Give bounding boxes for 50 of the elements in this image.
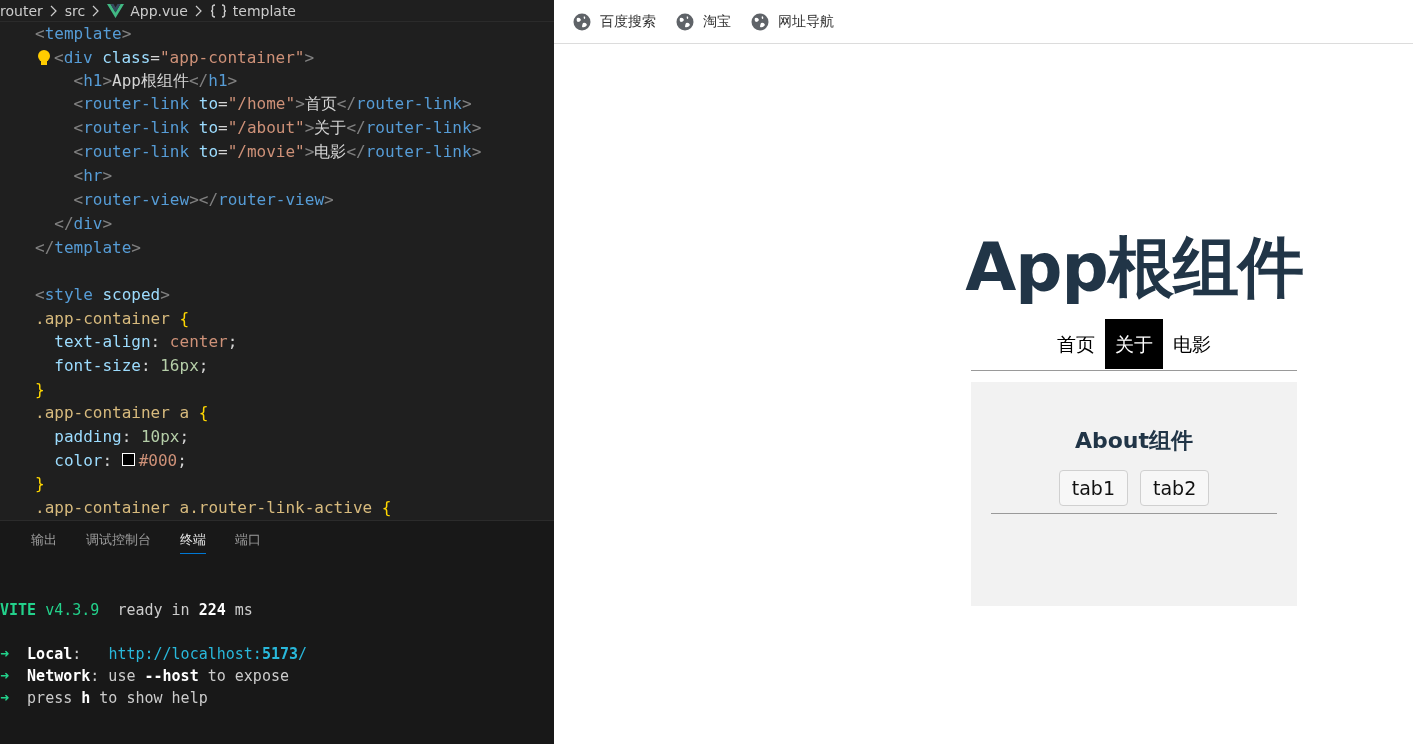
terminal-line: ➜ Network: use --host to expose xyxy=(0,667,289,685)
code-line: .app-container a.router-link-active { xyxy=(35,498,392,518)
code-line: color: #000; xyxy=(53,450,187,470)
code-line: <router-view></router-view> xyxy=(72,190,334,210)
panel-tab[interactable]: 端口 xyxy=(235,524,261,554)
code-line: .app-container { xyxy=(35,308,190,328)
bookmark-link[interactable]: 淘宝 xyxy=(703,12,731,31)
chevron-icon xyxy=(193,4,204,17)
terminal-line: ➜ Local: http://localhost:5173/ xyxy=(0,645,308,663)
code-line: text-align: center; xyxy=(53,332,238,352)
tab-button[interactable]: tab2 xyxy=(1140,470,1210,506)
code-line: .app-container a { xyxy=(35,403,209,423)
panel-tab[interactable]: 输出 xyxy=(31,524,57,554)
code-line: font-size: 16px; xyxy=(53,355,209,375)
panel-tab[interactable]: 终端 xyxy=(180,524,206,554)
code-line: </div> xyxy=(53,213,113,233)
braces-icon xyxy=(209,3,227,18)
nav-link[interactable]: 关于 xyxy=(1105,319,1163,369)
code-line: } xyxy=(35,379,45,399)
code-line: <router-link to="/home">首页</router-link> xyxy=(72,94,472,116)
about-heading: About组件 xyxy=(1074,427,1194,455)
code-line: <div class="app-container"> xyxy=(54,48,315,68)
nav-link[interactable]: 首页 xyxy=(1047,319,1105,369)
bookmark-link[interactable]: 网址导航 xyxy=(778,12,834,31)
v-logo-icon xyxy=(107,3,125,18)
code-line: <hr> xyxy=(72,166,113,186)
chevron-icon xyxy=(48,4,59,17)
terminal-line: VITE v4.3.9 ready in 224 ms xyxy=(0,601,253,619)
code-line: } xyxy=(35,474,45,494)
code-line: </template> xyxy=(35,237,141,257)
terminal-line: ➜ press h to show help xyxy=(0,689,208,707)
nav-link[interactable]: 电影 xyxy=(1163,319,1221,369)
code-line: <router-link to="/about">关于</router-link> xyxy=(72,118,482,140)
code-line: <template> xyxy=(35,24,132,44)
lightbulb-icon[interactable] xyxy=(36,48,52,67)
breadcrumb-item[interactable]: template xyxy=(232,2,296,19)
bookmark-link[interactable]: 百度搜索 xyxy=(600,12,656,31)
tab-button[interactable]: tab1 xyxy=(1058,470,1128,506)
breadcrumb-item[interactable]: App.vue xyxy=(130,2,188,19)
globe-icon xyxy=(676,12,694,31)
globe-icon xyxy=(573,12,591,31)
breadcrumb-item[interactable]: src xyxy=(64,2,86,19)
code-line: padding: 10px; xyxy=(53,427,190,447)
globe-icon xyxy=(751,12,769,31)
page-heading: App根组件 xyxy=(965,230,1303,306)
code-line: <h1>App根组件</h1> xyxy=(72,70,238,92)
code-line: <router-link to="/movie">电影</router-link> xyxy=(72,141,482,163)
code-line: <style scoped> xyxy=(35,284,170,304)
breadcrumb-item[interactable]: router xyxy=(0,2,43,19)
panel-tab[interactable]: 调试控制台 xyxy=(86,524,151,554)
